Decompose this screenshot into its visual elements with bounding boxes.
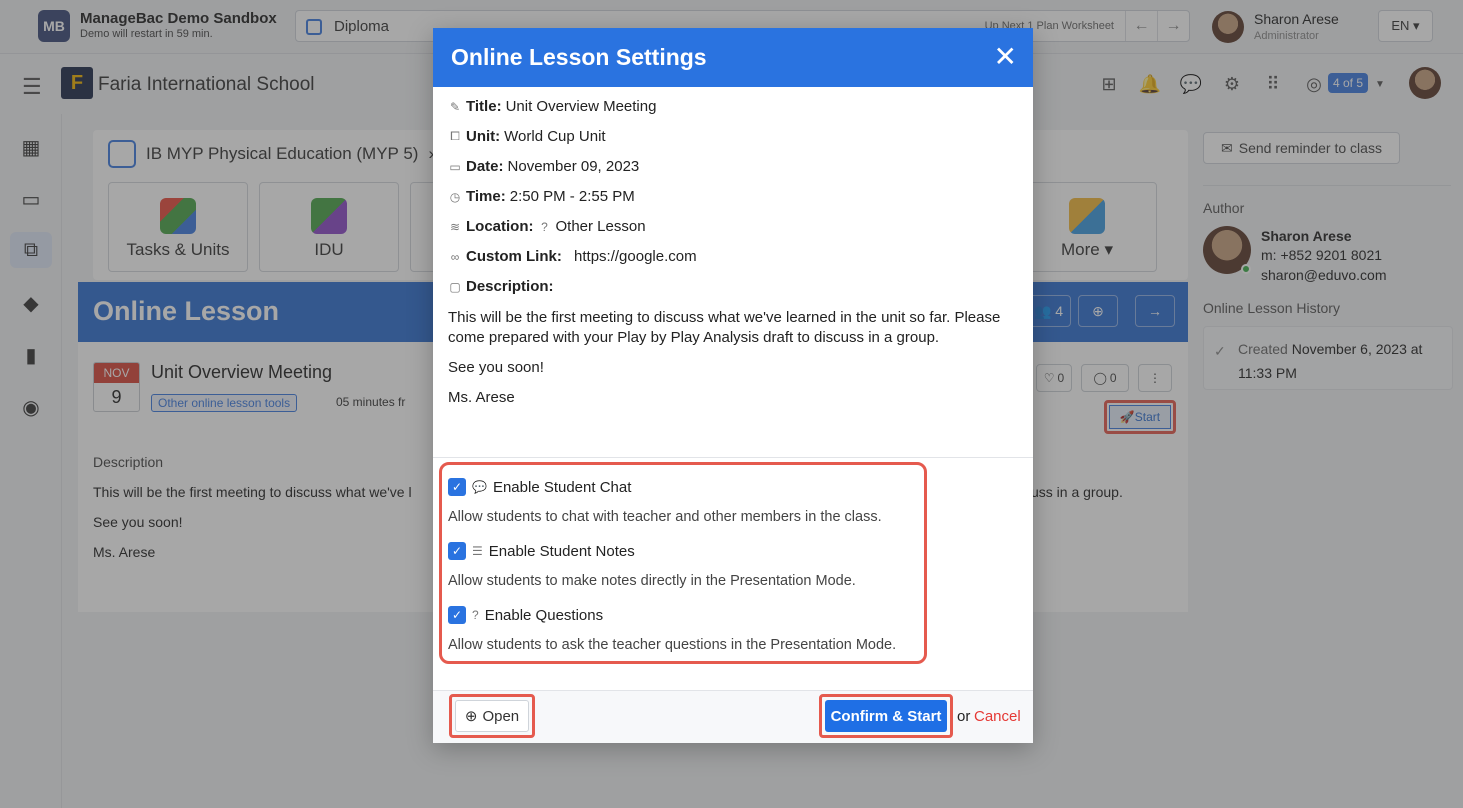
clock-icon: ◷ [449, 189, 461, 204]
layers-icon: ≋ [449, 219, 461, 234]
document-icon: ▢ [449, 279, 461, 294]
puzzle-icon: ⧠ [450, 129, 460, 143]
description-text: This will be the first meeting to discus… [448, 309, 1001, 326]
field-custom-link: ∞ Custom Link: https://google.com [448, 248, 697, 265]
divider [433, 457, 1033, 458]
field-value: World Cup Unit [504, 128, 606, 145]
question-icon: ? [541, 219, 548, 234]
modal-title: Online Lesson Settings [451, 44, 707, 70]
or-text: or [957, 708, 971, 725]
confirm-button-highlight: Confirm & Start [819, 694, 953, 738]
field-unit: ⧠ Unit: World Cup Unit [448, 128, 606, 145]
plus-circle-icon: ⊕ [464, 708, 478, 725]
link-icon: ∞ [450, 249, 460, 264]
field-location: ≋ Location:? Other Lesson [448, 218, 646, 235]
field-value: Unit Overview Meeting [505, 98, 657, 115]
field-value: Other Lesson [555, 218, 646, 235]
field-time: ◷ Time: 2:50 PM - 2:55 PM [448, 188, 635, 205]
close-icon[interactable]: ✕ [994, 40, 1017, 73]
custom-link[interactable]: https://google.com [574, 248, 697, 265]
checkbox-checked-icon[interactable]: ✓ [448, 478, 466, 496]
description-text: See you soon! [448, 359, 544, 376]
open-label: Open [482, 707, 520, 725]
checkbox-checked-icon[interactable]: ✓ [448, 542, 466, 560]
field-label: Unit: [466, 128, 501, 145]
option-description: Allow students to make notes directly in… [448, 573, 856, 589]
option-description: Allow students to chat with teacher and … [448, 509, 882, 525]
field-value: November 09, 2023 [507, 158, 640, 175]
open-button[interactable]: ⊕ Open [455, 700, 529, 732]
question-icon: ? [472, 608, 479, 622]
cancel-link[interactable]: Cancel [974, 708, 1021, 725]
option-label: Enable Student Notes [488, 542, 635, 560]
description-text: come prepared with your Play by Play Ana… [448, 329, 940, 346]
field-label: Custom Link: [466, 248, 562, 265]
option-description: Allow students to ask the teacher questi… [448, 637, 897, 653]
field-date: ▭ Date: November 09, 2023 [448, 158, 639, 175]
field-label: Description: [466, 278, 554, 295]
field-label: Title: [466, 98, 502, 115]
modal-header: Online Lesson Settings ✕ [433, 28, 1033, 87]
edit-icon: ✎ [449, 99, 461, 114]
field-label: Location: [466, 218, 534, 235]
option-student-chat[interactable]: ✓ 💬 Enable Student Chat [448, 478, 631, 496]
field-value: 2:50 PM - 2:55 PM [509, 188, 635, 205]
field-title: ✎ Title: Unit Overview Meeting [448, 98, 656, 115]
online-lesson-settings-modal: Online Lesson Settings ✕ ✎ Title: Unit Ove… [433, 28, 1033, 743]
field-description: ▢ Description: [448, 278, 554, 295]
option-label: Enable Student Chat [492, 478, 632, 496]
description-text: Ms. Arese [448, 389, 515, 406]
option-questions[interactable]: ✓? Enable Questions [448, 606, 603, 624]
chat-bubble-icon: 💬 [472, 480, 487, 494]
field-label: Date: [466, 158, 504, 175]
confirm-start-button[interactable]: Confirm & Start [825, 700, 947, 732]
option-student-notes[interactable]: ✓ ☰ Enable Student Notes [448, 542, 635, 560]
calendar-icon: ▭ [449, 159, 461, 174]
option-label: Enable Questions [484, 606, 604, 624]
notes-icon: ☰ [472, 544, 483, 558]
checkbox-checked-icon[interactable]: ✓ [448, 606, 466, 624]
open-button-highlight: ⊕ Open [449, 694, 535, 738]
field-label: Time: [466, 188, 506, 205]
